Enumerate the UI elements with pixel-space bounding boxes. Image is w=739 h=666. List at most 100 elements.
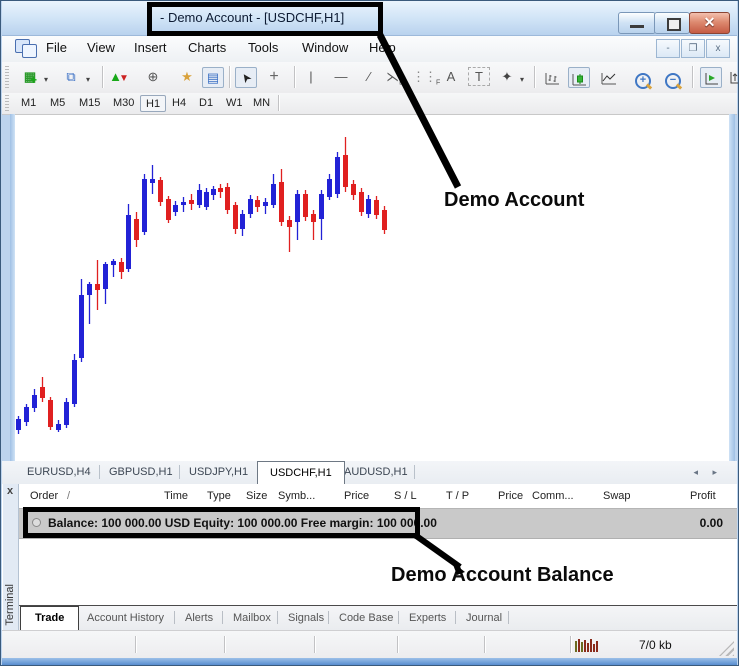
terminal-tab-code-base[interactable]: Code Base xyxy=(339,612,393,624)
chart-tab-usdjpy[interactable]: USDJPY,H1 xyxy=(189,466,248,478)
timeframe-w1[interactable]: W1 xyxy=(221,95,248,112)
minimize-button[interactable] xyxy=(618,12,656,34)
mdi-minimize-button[interactable]: - xyxy=(656,39,680,58)
terminal-tab-signals[interactable]: Signals xyxy=(288,612,324,624)
terminal-tab-account-history[interactable]: Account History xyxy=(87,612,164,624)
candlestick-svg xyxy=(15,115,729,462)
timeframe-mn[interactable]: MN xyxy=(248,95,275,112)
mdi-restore-button[interactable]: ❐ xyxy=(681,39,705,58)
crosshair-icon[interactable]: + xyxy=(263,67,285,88)
line-chart-type-icon[interactable] xyxy=(598,67,620,88)
zoom-in-icon[interactable]: + xyxy=(632,67,654,88)
toolbar-separator xyxy=(294,66,295,88)
col-order[interactable]: Order xyxy=(30,490,58,502)
terminal-tab-separator xyxy=(455,611,456,624)
terminal-close-icon[interactable]: x xyxy=(7,486,13,497)
col-time[interactable]: Time xyxy=(164,490,188,502)
chart-tab-audusd[interactable]: AUDUSD,H1 xyxy=(344,466,408,478)
chart-tab-usdchf-active[interactable]: USDCHF,H1 xyxy=(257,461,345,484)
mdi-close-button[interactable]: x xyxy=(706,39,730,58)
new-chart-caret-icon[interactable]: ▾ xyxy=(44,75,52,84)
bar-chart-type-icon[interactable] xyxy=(542,67,564,88)
chart-area[interactable] xyxy=(15,114,729,462)
close-button[interactable]: ✕ xyxy=(689,12,730,34)
status-separator xyxy=(397,636,398,653)
timeframe-h4[interactable]: H4 xyxy=(167,95,191,112)
fibonacci-icon[interactable]: ⋮⋮F xyxy=(412,67,434,88)
terminal-panel-icon[interactable]: ▤ xyxy=(202,67,224,88)
menu-window[interactable]: Window xyxy=(302,40,348,55)
terminal-tab-separator xyxy=(328,611,329,624)
col-type[interactable]: Type xyxy=(207,490,231,502)
profiles-caret-icon[interactable]: ▾ xyxy=(86,75,94,84)
profiles-icon[interactable]: ⧉ xyxy=(60,67,82,88)
col-commission[interactable]: Comm... xyxy=(532,490,574,502)
col-symbol[interactable]: Symb... xyxy=(278,490,315,502)
col-price2[interactable]: Price xyxy=(498,490,523,502)
timeframe-m30[interactable]: M30 xyxy=(108,95,139,112)
status-separator xyxy=(135,636,136,653)
timeframe-d1[interactable]: D1 xyxy=(194,95,218,112)
chart-shift-icon[interactable] xyxy=(728,67,739,88)
title-annotation-label: Demo Account xyxy=(444,189,584,212)
chart-tab-bar: EURUSD,H4 GBPUSD,H1 USDJPY,H1 USDCHF,H1 … xyxy=(2,461,737,485)
terminal-tab-trade[interactable]: Trade xyxy=(20,606,79,630)
col-tp[interactable]: T / P xyxy=(446,490,469,502)
zoom-out-icon[interactable]: − xyxy=(662,67,684,88)
menu-tools[interactable]: Tools xyxy=(248,40,278,55)
menu-file[interactable]: File xyxy=(46,40,67,55)
toolbar-grip[interactable] xyxy=(5,95,9,111)
chart-tab-scroll-arrows[interactable]: ◂ ▸ xyxy=(693,467,723,478)
col-swap[interactable]: Swap xyxy=(603,490,631,502)
cursor-icon[interactable]: ➤ xyxy=(235,67,257,88)
chart-tab-gbpusd[interactable]: GBPUSD,H1 xyxy=(109,466,173,478)
vertical-line-icon[interactable]: | xyxy=(300,67,322,88)
shapes-caret-icon[interactable]: ▾ xyxy=(520,75,528,84)
maximize-button[interactable] xyxy=(654,12,690,34)
horizontal-line-icon[interactable]: — xyxy=(330,67,352,88)
new-chart-icon[interactable]: ▦+ xyxy=(19,67,41,88)
text-label-tool-icon[interactable]: T xyxy=(468,67,490,86)
title-bar[interactable]: - Demo Account - [USDCHF,H1] ✕ xyxy=(2,1,737,36)
chart-tab-eurusd[interactable]: EURUSD,H4 xyxy=(27,466,91,478)
menu-charts[interactable]: Charts xyxy=(188,40,226,55)
app-logo-icon xyxy=(15,39,37,57)
menu-insert[interactable]: Insert xyxy=(134,40,167,55)
timeframe-m5[interactable]: M5 xyxy=(45,95,70,112)
resize-grip[interactable] xyxy=(719,641,734,656)
shapes-arrows-icon[interactable]: ✦ xyxy=(496,67,518,88)
timeframe-m1[interactable]: M1 xyxy=(16,95,41,112)
window-bottom-frame xyxy=(2,658,737,666)
timeframe-h1[interactable]: H1 xyxy=(140,95,166,112)
terminal-tab-separator xyxy=(508,611,509,624)
status-separator xyxy=(484,636,485,653)
terminal-tab-journal[interactable]: Journal xyxy=(466,612,502,624)
new-order-icon[interactable]: ▲▼ xyxy=(108,67,130,88)
balance-row[interactable]: Balance: 100 000.00 USD Equity: 100 000.… xyxy=(19,509,737,539)
menu-help[interactable]: Help xyxy=(369,40,396,55)
trendline-icon[interactable]: ∕ xyxy=(358,67,380,88)
toolbar-separator xyxy=(278,95,279,111)
target-icon[interactable]: ⊕ xyxy=(142,67,164,88)
connection-speed: 7/0 kb xyxy=(639,638,672,652)
toolbar-separator xyxy=(102,66,103,88)
menu-view[interactable]: View xyxy=(87,40,115,55)
col-profit[interactable]: Profit xyxy=(690,490,716,502)
toolbar-separator xyxy=(692,66,693,88)
col-size[interactable]: Size xyxy=(246,490,267,502)
candlestick-chart-type-icon[interactable] xyxy=(568,67,590,88)
col-price[interactable]: Price xyxy=(344,490,369,502)
toolbar-grip[interactable] xyxy=(5,66,9,88)
toolbar-separator xyxy=(229,66,230,88)
terminal-tab-alerts[interactable]: Alerts xyxy=(185,612,213,624)
auto-scroll-icon[interactable] xyxy=(700,67,722,88)
text-tool-icon[interactable]: A xyxy=(440,67,462,88)
chart-frame-right[interactable] xyxy=(729,114,735,461)
sort-indicator-icon[interactable]: / xyxy=(67,490,70,502)
col-sl[interactable]: S / L xyxy=(394,490,417,502)
equidistant-channel-icon[interactable]: ⋋E xyxy=(384,67,406,88)
favorites-folder-icon[interactable]: ★ xyxy=(176,67,198,88)
timeframe-m15[interactable]: M15 xyxy=(74,95,105,112)
terminal-tab-mailbox[interactable]: Mailbox xyxy=(233,612,271,624)
terminal-tab-experts[interactable]: Experts xyxy=(409,612,446,624)
